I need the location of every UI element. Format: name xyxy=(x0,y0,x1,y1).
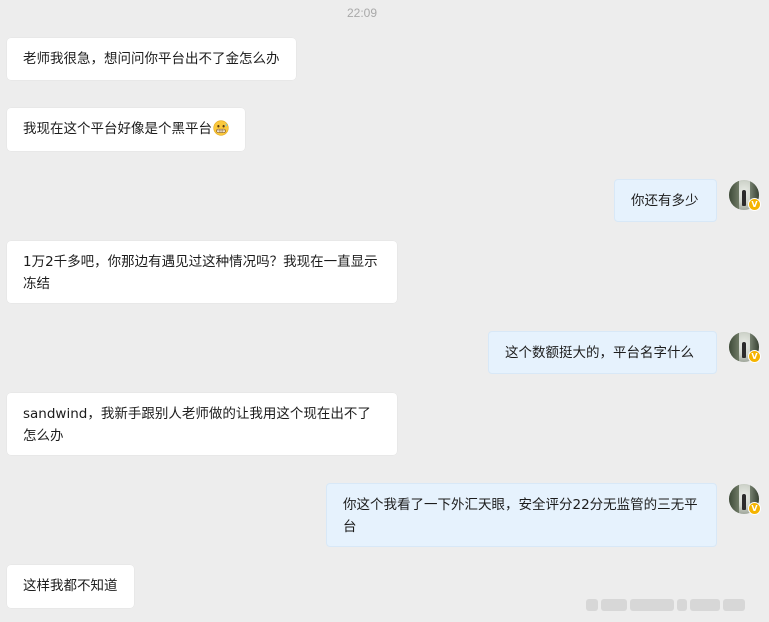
watermark xyxy=(586,596,762,611)
outgoing-message[interactable]: 你还有多少 xyxy=(614,179,717,222)
sender-avatar[interactable]: V xyxy=(729,332,761,363)
outgoing-message[interactable]: 这个数额挺大的，平台名字什么 xyxy=(488,331,717,374)
incoming-message[interactable]: sandwind，我新手跟别人老师做的让我用这个现在出不了怎么办 xyxy=(7,393,397,455)
message-text: 我现在这个平台好像是个黑平台 xyxy=(23,121,212,137)
message-text: sandwind，我新手跟别人老师做的让我用这个现在出不了怎么办 xyxy=(23,406,371,444)
sender-avatar[interactable]: V xyxy=(729,484,761,515)
verified-badge-icon: V xyxy=(748,502,761,515)
grimacing-face-emoji-icon xyxy=(213,120,229,136)
verified-badge-icon: V xyxy=(748,198,761,211)
incoming-message[interactable]: 1万2千多吧，你那边有遇见过这种情况吗？我现在一直显示冻结 xyxy=(7,241,397,303)
sender-avatar[interactable]: V xyxy=(729,180,761,211)
message-text: 1万2千多吧，你那边有遇见过这种情况吗？我现在一直显示冻结 xyxy=(23,254,378,292)
message-text: 老师我很急，想问问你平台出不了金怎么办 xyxy=(23,51,280,67)
outgoing-message[interactable]: 你这个我看了一下外汇天眼，安全评分22分无监管的三无平台 xyxy=(326,483,717,547)
message-timestamp: 22:09 xyxy=(346,6,378,20)
incoming-message[interactable]: 老师我很急，想问问你平台出不了金怎么办 xyxy=(7,38,296,80)
incoming-message[interactable]: 这样我都不知道 xyxy=(7,565,134,608)
message-text: 你这个我看了一下外汇天眼，安全评分22分无监管的三无平台 xyxy=(343,497,698,535)
incoming-message[interactable]: 我现在这个平台好像是个黑平台 xyxy=(7,108,245,151)
verified-badge-icon: V xyxy=(748,350,761,363)
message-text: 你还有多少 xyxy=(631,193,699,209)
message-text: 这样我都不知道 xyxy=(23,578,118,594)
chat-window: 22:09 老师我很急，想问问你平台出不了金怎么办 我现在这个平台好像是个黑平台… xyxy=(0,0,769,622)
message-text: 这个数额挺大的，平台名字什么 xyxy=(505,345,694,361)
